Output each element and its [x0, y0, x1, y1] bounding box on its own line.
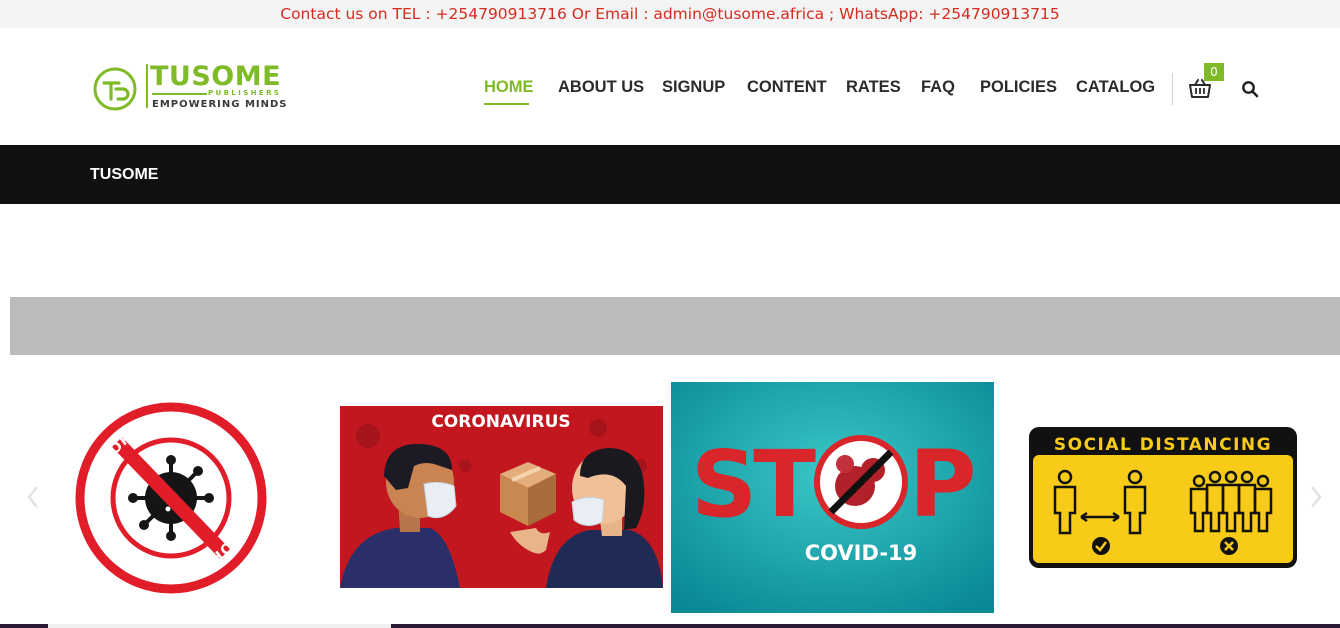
contact-bar: Contact us on TEL : +254790913716 Or Ema… — [0, 0, 1340, 28]
slide2-title: CORONAVIRUS — [431, 412, 570, 432]
slide3-word-st: ST — [691, 431, 816, 538]
site-header: TUSOME PUBLISHERS EMPOWERING MINDS HOME … — [0, 28, 1340, 145]
cross-icon — [1220, 537, 1238, 555]
logo-divider — [146, 64, 148, 108]
page-title: TUSOME — [90, 166, 159, 183]
carousel-slide-stop-covid[interactable]: ST P COVID-19 — [671, 382, 994, 613]
slide3-covid-text: COVID-19 — [805, 541, 918, 565]
chevron-right-icon[interactable] — [1308, 484, 1324, 510]
carousel-slide-stop-coronavirus[interactable]: STOP CORONAVIRUS STOP CORONAVIRUS — [74, 402, 268, 594]
no-virus-icon — [814, 435, 908, 529]
basket-icon[interactable] — [1189, 78, 1211, 100]
nav-home[interactable]: HOME — [484, 78, 534, 97]
contact-text: Contact us on TEL : +254790913716 Or Ema… — [280, 5, 1060, 23]
nav-about-us[interactable]: ABOUT US — [558, 78, 644, 97]
nav-catalog[interactable]: CATALOG — [1076, 78, 1155, 97]
page-title-bar: TUSOME — [0, 145, 1340, 204]
carousel-slide-social-distancing[interactable]: SOCIAL DISTANCING — [1027, 425, 1299, 570]
carousel-slide-coronavirus[interactable]: CORONAVIRUS — [340, 406, 663, 588]
logo-mark-icon — [93, 67, 137, 111]
search-icon[interactable] — [1241, 80, 1259, 98]
cart-count-badge: 0 — [1204, 63, 1224, 81]
banner-placeholder — [10, 297, 1340, 355]
nav-rates[interactable]: RATES — [846, 78, 901, 97]
chevron-left-icon[interactable] — [25, 484, 41, 510]
logo-publishers: PUBLISHERS — [208, 89, 282, 97]
site-logo[interactable]: TUSOME PUBLISHERS EMPOWERING MINDS — [92, 62, 292, 112]
nav-active-underline — [484, 103, 529, 105]
logo-rule — [152, 93, 207, 95]
nav-divider — [1172, 73, 1173, 105]
nav-signup[interactable]: SIGNUP — [662, 78, 725, 97]
logo-wordmark: TUSOME — [150, 61, 282, 92]
logo-tagline: EMPOWERING MINDS — [152, 99, 288, 110]
slide4-title: SOCIAL DISTANCING — [1054, 435, 1272, 455]
slide3-word-p: P — [909, 431, 976, 538]
footer-strip-highlight — [48, 624, 391, 628]
footer-strip — [0, 624, 1340, 628]
check-icon — [1092, 537, 1110, 555]
nav-policies[interactable]: POLICIES — [980, 78, 1057, 97]
nav-faq[interactable]: FAQ — [921, 78, 955, 97]
nav-content[interactable]: CONTENT — [747, 78, 827, 97]
